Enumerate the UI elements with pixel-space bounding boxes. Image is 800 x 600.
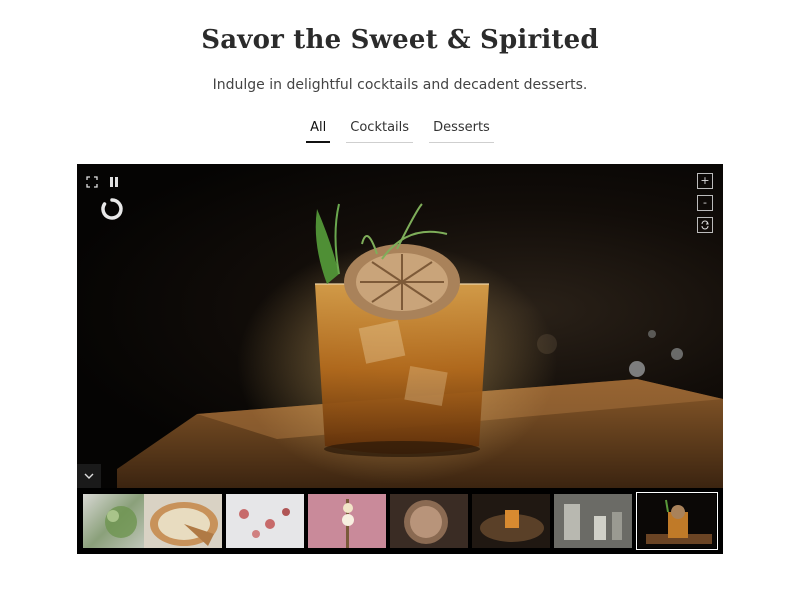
thumbnail-strip (77, 488, 723, 554)
thumbnail-4[interactable] (308, 494, 386, 548)
thumbnail-6[interactable] (472, 494, 550, 548)
page-subtitle: Indulge in delightful cocktails and deca… (212, 77, 588, 93)
pause-icon[interactable] (108, 175, 120, 189)
zoom-in-button[interactable]: + (697, 173, 713, 189)
filter-tabs: All Cocktails Desserts (0, 118, 800, 143)
cocktail-photo (117, 203, 723, 488)
gallery-viewer: + - (77, 164, 723, 554)
chevron-down-icon (84, 473, 94, 479)
collapse-thumbnails-button[interactable] (77, 464, 101, 488)
zoom-out-button[interactable]: - (697, 195, 713, 211)
main-image[interactable]: + - (77, 164, 723, 488)
tab-all[interactable]: All (306, 118, 331, 143)
thumbnail-5[interactable] (390, 494, 468, 548)
thumbnail-3[interactable] (226, 494, 304, 548)
page-title: Savor the Sweet & Spirited (201, 25, 599, 55)
rotate-icon (701, 220, 709, 230)
rotate-button[interactable] (697, 217, 713, 233)
thumbnail-2[interactable] (144, 494, 222, 548)
fullscreen-icon[interactable] (85, 175, 99, 189)
loading-spinner-icon (99, 196, 125, 222)
tab-desserts[interactable]: Desserts (429, 118, 494, 143)
thumbnail-8[interactable] (636, 492, 718, 550)
tab-cocktails[interactable]: Cocktails (346, 118, 414, 143)
thumbnail-7[interactable] (554, 494, 632, 548)
